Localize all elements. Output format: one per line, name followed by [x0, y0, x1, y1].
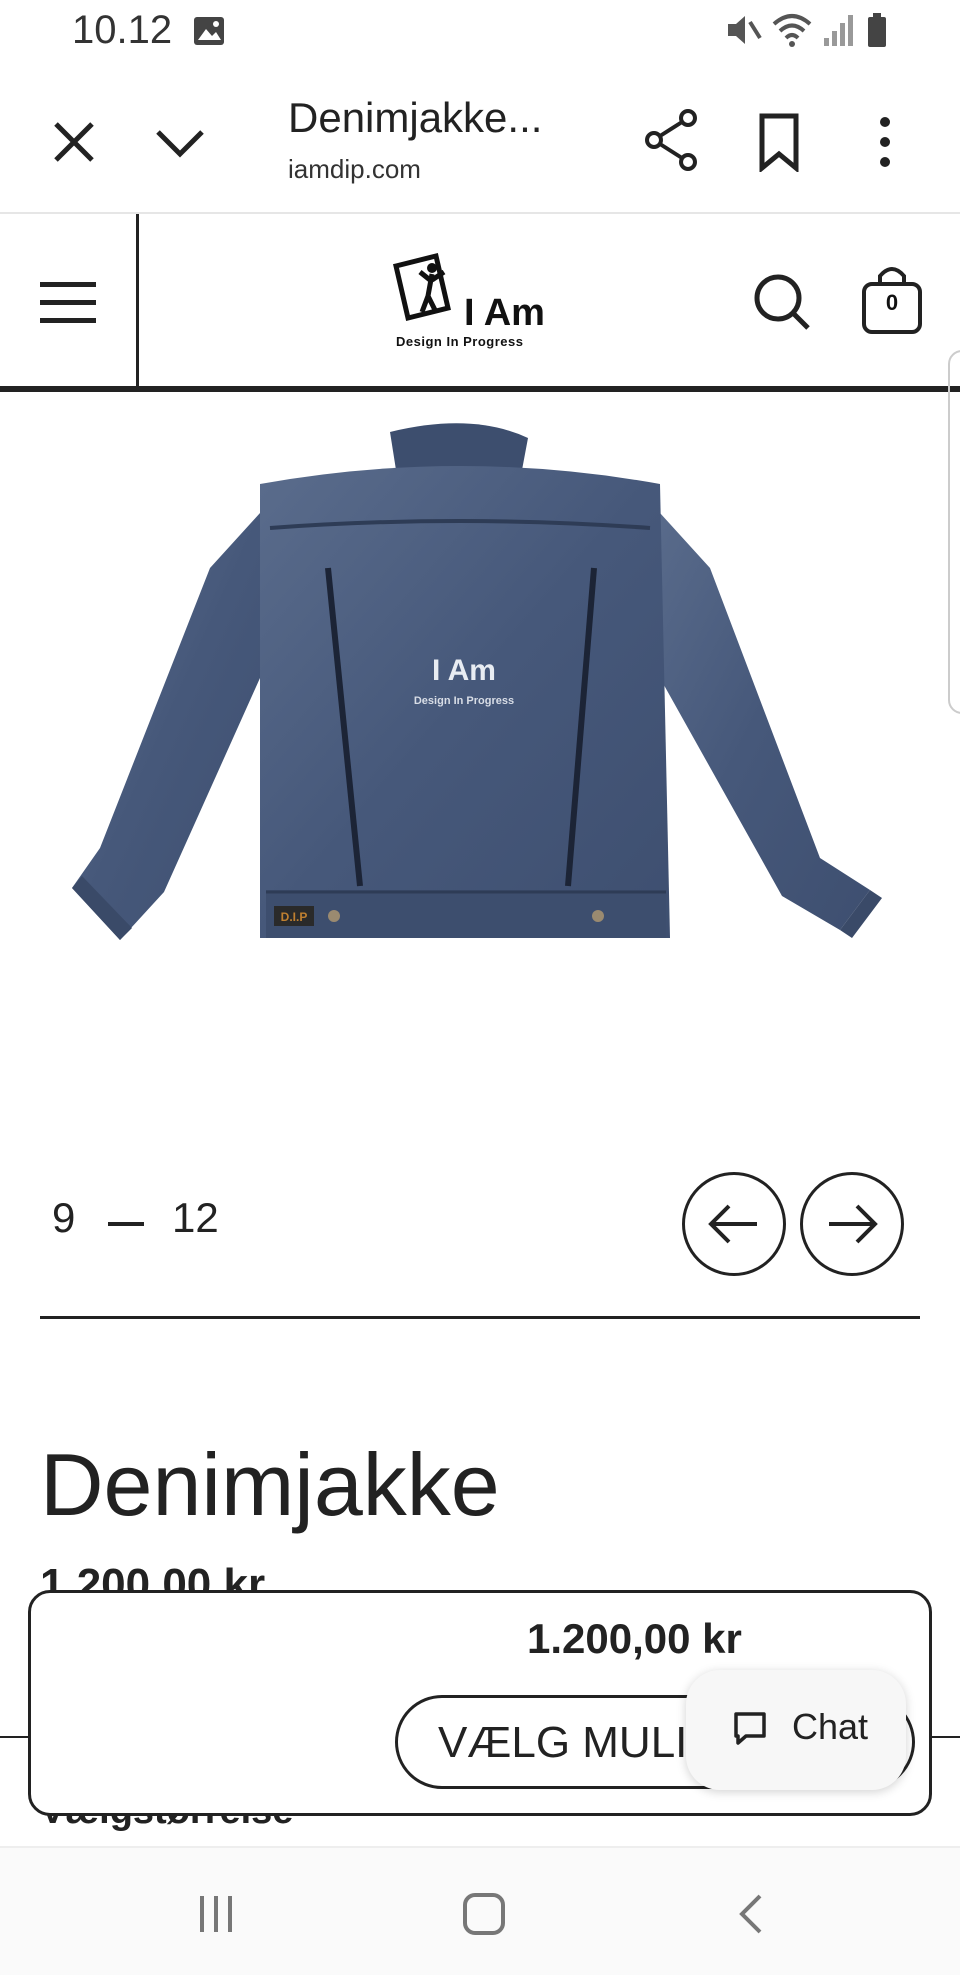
- chevron-down-icon[interactable]: [150, 116, 210, 168]
- back-print-subtitle: Design In Progress: [414, 695, 514, 707]
- menu-icon[interactable]: [38, 278, 98, 328]
- status-icons: [724, 12, 888, 48]
- bookmark-icon[interactable]: [754, 112, 804, 172]
- signal-icon: [824, 15, 853, 46]
- logo-text[interactable]: I Am: [464, 292, 545, 335]
- back-print-title: I Am: [432, 654, 496, 687]
- share-icon[interactable]: [644, 108, 700, 172]
- site-header: I Am Design In Progress 0: [0, 214, 960, 388]
- previous-slide-button[interactable]: [682, 1172, 786, 1276]
- recent-apps-icon[interactable]: [196, 1894, 236, 1934]
- chat-bubble-icon: [734, 1712, 766, 1745]
- slide-total: 12: [172, 1194, 219, 1241]
- home-icon[interactable]: [462, 1892, 506, 1936]
- page-title[interactable]: Denimjakke...: [288, 94, 542, 142]
- product-image[interactable]: I Am Design In Progress D.I.P: [60, 418, 900, 958]
- logo-subtext: Design In Progress: [396, 334, 524, 349]
- page-domain[interactable]: iamdip.com: [288, 154, 421, 185]
- header-rule: [0, 386, 960, 392]
- close-icon[interactable]: [48, 116, 100, 168]
- arrow-right-icon: [829, 1204, 878, 1244]
- browser-toolbar: Denimjakke... iamdip.com: [0, 72, 960, 214]
- side-scroll-tab[interactable]: [948, 350, 960, 714]
- arrow-left-icon: [708, 1204, 757, 1244]
- chat-label: Chat: [792, 1706, 869, 1747]
- image-icon: [194, 17, 224, 45]
- product-title: Denimjakke: [40, 1435, 500, 1534]
- sticky-price: 1.200,00 kr: [527, 1615, 742, 1662]
- mute-icon: [728, 16, 762, 44]
- back-icon[interactable]: [736, 1892, 766, 1936]
- wifi-icon: [772, 14, 812, 47]
- battery-icon: [868, 13, 886, 47]
- search-icon[interactable]: [752, 272, 812, 332]
- status-time: 10.12: [72, 8, 173, 52]
- slide-separator: [108, 1222, 144, 1226]
- next-slide-button[interactable]: [800, 1172, 904, 1276]
- more-vert-icon[interactable]: [870, 112, 900, 172]
- cart-count: 0: [885, 290, 899, 315]
- system-nav-bar: [0, 1846, 960, 1975]
- slider-rule: [40, 1316, 920, 1319]
- header-divider: [136, 214, 139, 388]
- dip-tab-label: D.I.P: [281, 910, 308, 924]
- slide-current: 9: [52, 1194, 76, 1241]
- chat-button[interactable]: Chat: [686, 1670, 906, 1790]
